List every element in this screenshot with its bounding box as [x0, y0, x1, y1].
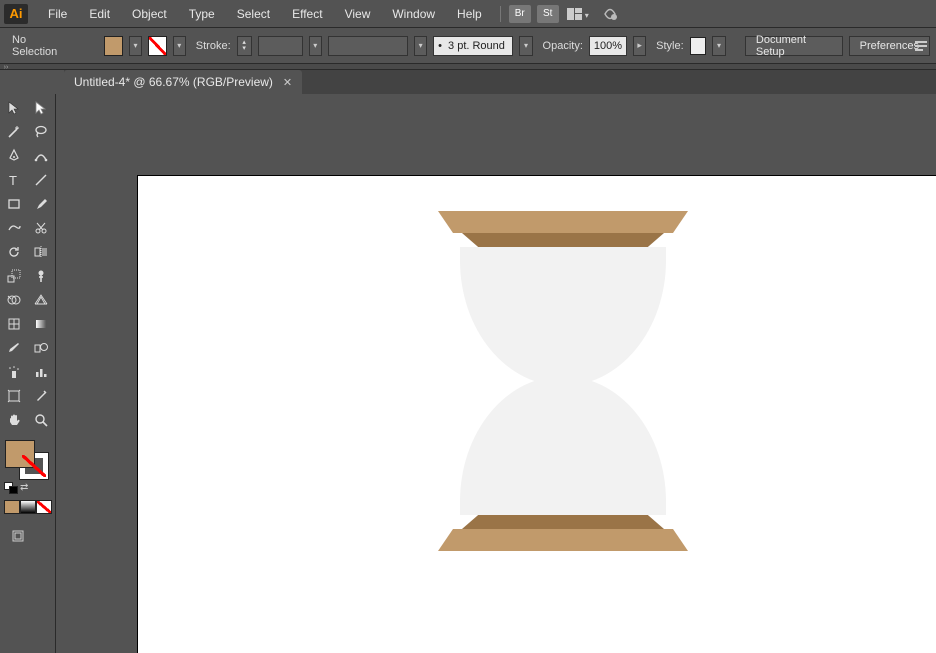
selection-status: No Selection — [6, 34, 76, 58]
opacity-dropdown[interactable] — [633, 36, 646, 56]
var-width-profile[interactable] — [328, 36, 408, 56]
zoom-tool[interactable] — [28, 408, 56, 432]
stroke-label: Stroke: — [196, 40, 231, 52]
document-tab[interactable]: Untitled-4* @ 66.67% (RGB/Preview) ✕ — [64, 70, 302, 94]
stroke-swatch[interactable] — [148, 36, 167, 56]
selection-tool[interactable] — [0, 96, 28, 120]
menu-help[interactable]: Help — [447, 3, 492, 25]
document-tab-bar: Untitled-4* @ 66.67% (RGB/Preview) ✕ — [64, 70, 936, 94]
pen-tool[interactable] — [0, 144, 28, 168]
style-dropdown[interactable] — [712, 36, 725, 56]
blend-tool[interactable] — [28, 336, 56, 360]
separator — [500, 6, 501, 22]
color-mode-solid[interactable] — [4, 500, 20, 514]
hourglass-cap-bottom — [438, 515, 688, 551]
menu-window[interactable]: Window — [382, 3, 445, 25]
brush-field[interactable]: •3 pt. Round — [433, 36, 513, 56]
rectangle-tool[interactable] — [0, 192, 28, 216]
stroke-dropdown[interactable] — [173, 36, 186, 56]
draw-mode-icon[interactable] — [4, 524, 32, 548]
gpu-preview-icon[interactable] — [599, 5, 621, 23]
svg-text:T: T — [9, 173, 17, 188]
line-tool[interactable] — [28, 168, 56, 192]
control-bar: No Selection Stroke: ▴▾ •3 pt. Round Opa… — [0, 28, 936, 64]
expand-handle-icon[interactable]: ›› — [0, 64, 12, 70]
menu-view[interactable]: View — [335, 3, 381, 25]
stroke-weight-stepper[interactable]: ▴▾ — [237, 36, 252, 56]
stock-icon[interactable]: St — [537, 5, 559, 23]
scale-tool[interactable] — [0, 264, 28, 288]
swap-colors-icon[interactable]: ⇄ — [20, 482, 28, 494]
stroke-weight-dropdown[interactable] — [309, 36, 322, 56]
rotate-tool[interactable] — [0, 240, 28, 264]
shape-builder-tool[interactable] — [0, 288, 28, 312]
pencil-tool[interactable] — [0, 216, 28, 240]
direct-selection-tool[interactable] — [28, 96, 56, 120]
eyedropper-tool[interactable] — [0, 336, 28, 360]
paintbrush-tool[interactable] — [28, 192, 56, 216]
menu-select[interactable]: Select — [227, 3, 280, 25]
opacity-label: Opacity: — [543, 40, 583, 52]
style-label: Style: — [656, 40, 684, 52]
bridge-icon[interactable]: Br — [509, 5, 531, 23]
screen-mode-row — [4, 524, 55, 548]
curvature-tool[interactable] — [28, 144, 56, 168]
artboard[interactable] — [138, 176, 936, 653]
stroke-big-swatch[interactable] — [19, 452, 49, 480]
slice-tool[interactable] — [28, 384, 56, 408]
menu-type[interactable]: Type — [179, 3, 225, 25]
color-mode-none[interactable] — [36, 500, 52, 514]
stroke-weight-field[interactable] — [258, 36, 303, 56]
menu-file[interactable]: File — [38, 3, 77, 25]
default-colors-icon[interactable] — [4, 482, 18, 494]
menu-edit[interactable]: Edit — [79, 3, 120, 25]
fill-dropdown[interactable] — [129, 36, 142, 56]
scissors-tool[interactable] — [28, 216, 56, 240]
color-mode-gradient[interactable] — [20, 500, 36, 514]
brush-dropdown[interactable] — [519, 36, 532, 56]
mesh-tool[interactable] — [0, 312, 28, 336]
align-flyout-icon[interactable] — [906, 28, 936, 64]
arrange-docs-icon[interactable] — [567, 5, 589, 23]
style-swatch[interactable] — [690, 37, 707, 55]
gradient-tool[interactable] — [28, 312, 56, 336]
document-setup-button[interactable]: Document Setup — [745, 36, 843, 56]
var-width-dropdown[interactable] — [414, 36, 427, 56]
tools-panel: T — [0, 94, 56, 653]
type-tool[interactable]: T — [0, 168, 28, 192]
menu-bar: Ai File Edit Object Type Select Effect V… — [0, 0, 936, 28]
perspective-grid-tool[interactable] — [28, 288, 56, 312]
color-mode-row — [4, 500, 55, 514]
reflect-tool[interactable] — [28, 240, 56, 264]
hourglass-cap-top — [438, 211, 688, 247]
menu-effect[interactable]: Effect — [282, 3, 332, 25]
symbol-sprayer-tool[interactable] — [0, 360, 28, 384]
default-swap-row: ⇄ — [0, 482, 55, 494]
fill-stroke-swatch[interactable] — [5, 440, 49, 480]
app-logo: Ai — [4, 4, 28, 24]
close-tab-icon[interactable]: ✕ — [283, 76, 292, 89]
hourglass-glass — [460, 247, 666, 515]
menu-object[interactable]: Object — [122, 3, 177, 25]
lasso-tool[interactable] — [28, 120, 56, 144]
brush-name: 3 pt. Round — [448, 40, 505, 52]
hourglass-art[interactable] — [438, 211, 688, 551]
artboard-tool[interactable] — [0, 384, 28, 408]
puppet-warp-tool[interactable] — [28, 264, 56, 288]
hand-tool[interactable] — [0, 408, 28, 432]
fill-swatch[interactable] — [104, 36, 123, 56]
column-graph-tool[interactable] — [28, 360, 56, 384]
opacity-field[interactable]: 100% — [589, 36, 627, 56]
document-tab-title: Untitled-4* @ 66.67% (RGB/Preview) — [74, 75, 273, 89]
canvas-stage[interactable] — [56, 94, 936, 653]
magic-wand-tool[interactable] — [0, 120, 28, 144]
